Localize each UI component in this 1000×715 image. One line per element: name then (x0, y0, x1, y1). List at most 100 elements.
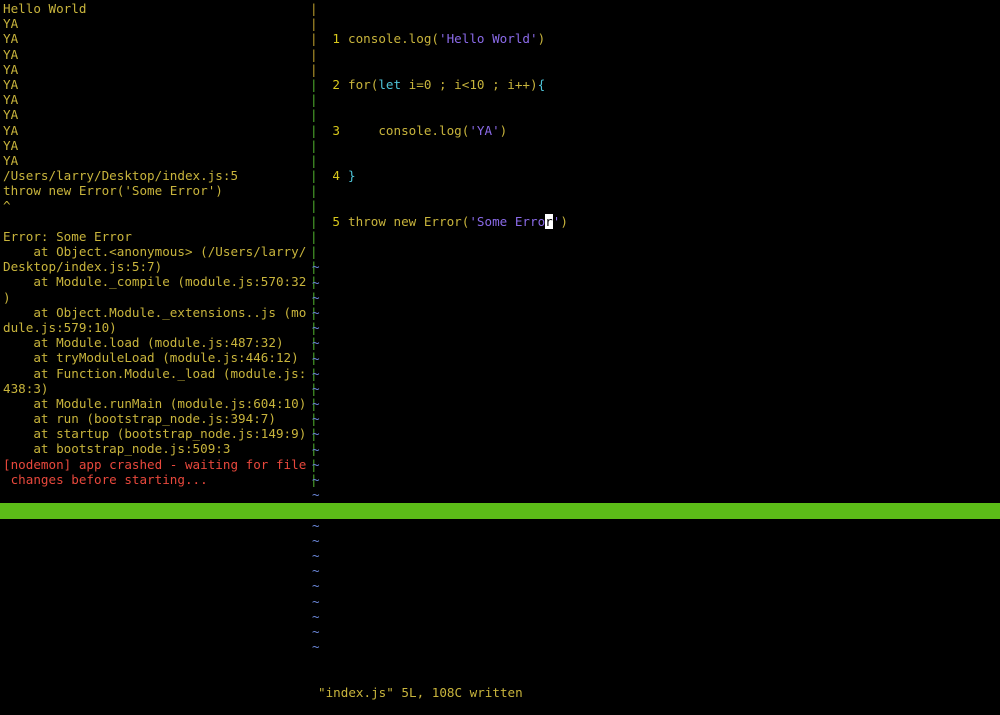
nodemon-output-pane[interactable]: Hello World YA YA YA YA YA YA YA YA YA YA/Users/la… (3, 1, 311, 487)
empty-line-tilde: ~ (312, 259, 320, 275)
nodemon-error-line: [nodemon] app crashed - waiting for file (3, 456, 307, 472)
output-line: throw new Error('Some Error') (3, 183, 223, 199)
empty-line-tilde: ~ (312, 320, 320, 336)
output-line: at Object.Module._extensions..js (mo (3, 304, 307, 320)
vim-message-line: "index.js" 5L, 108C written (318, 684, 523, 700)
empty-line-tilde: ~ (312, 335, 320, 351)
empty-line-tilde: ~ (312, 396, 320, 412)
output-line: YA (3, 76, 19, 92)
divider-segment: | (310, 76, 318, 92)
code-text: i=0 ; i<10 ; i++) (401, 77, 538, 92)
output-line: YA (3, 122, 19, 138)
tmux-host-time: "LarrydeMacBook-Air.lo" 16:20 14-Feb-17 (700, 535, 996, 550)
divider-segment: | (310, 137, 318, 153)
divider-segment: | (310, 152, 318, 168)
output-line: YA (3, 137, 19, 153)
divider-segment: | (310, 198, 318, 214)
divider-segment: | (310, 31, 318, 47)
code-line: 1 console.log('Hello World') (318, 31, 998, 46)
empty-line-tilde: ~ (312, 350, 320, 366)
output-line: Hello World (3, 1, 87, 16)
code-line: 5 throw new Error('Some Error') (318, 213, 998, 229)
output-line: at Module.load (module.js:487:32) (3, 335, 284, 351)
code-text: ) (499, 122, 508, 138)
divider-segment: | (310, 46, 318, 62)
output-line: ) (3, 289, 11, 305)
code-text: ) (537, 31, 546, 47)
line-number: 4 (332, 168, 340, 184)
divider-segment: | (310, 1, 318, 16)
code-string: 'YA' (469, 122, 500, 138)
tmux-status-bar: [5] 0:nodemon* "LarrydeMacBook-Air.lo" 1… (0, 503, 1000, 550)
code-text: console.log( (348, 122, 470, 138)
line-number: 3 (332, 122, 340, 138)
empty-line-tilde: ~ (312, 441, 320, 457)
empty-line-tilde: ~ (312, 426, 320, 442)
tmux-window-tab[interactable]: [5] 0:nodemon* (3, 519, 109, 535)
output-line: ^ (3, 198, 11, 214)
empty-line-tilde: ~ (312, 639, 320, 655)
output-line: Error: Some Error (3, 228, 132, 244)
code-string: 'Hello World' (439, 31, 538, 47)
output-line: dule.js:579:10) (3, 319, 117, 335)
divider-segment: | (310, 168, 318, 184)
code-line: 3 console.log('YA') (318, 123, 998, 138)
line-number: 2 (332, 77, 340, 92)
divider-segment: | (310, 61, 318, 77)
empty-line-tilde: ~ (312, 517, 320, 533)
empty-line-tilde: ~ (312, 456, 320, 472)
output-line: YA (3, 152, 19, 168)
empty-line-tilde: ~ (312, 304, 320, 320)
output-line: YA (3, 92, 19, 108)
code-text: for( (348, 77, 379, 92)
empty-line-tilde: ~ (312, 411, 320, 427)
output-line: at Module.runMain (module.js:604:10) (3, 395, 307, 411)
code-string: 'Some Erro (469, 213, 546, 229)
code-brace: } (348, 168, 356, 184)
line-number: 5 (332, 213, 340, 229)
empty-line-tilde: ~ (312, 380, 320, 396)
empty-line-tilde: ~ (312, 563, 320, 579)
code-line: 4} (318, 168, 998, 183)
line-number: 1 (332, 31, 340, 47)
code-text: console.log( (348, 31, 439, 47)
text-cursor: r (545, 213, 553, 229)
output-line: at Object.<anonymous> (/Users/larry/ (3, 244, 307, 259)
output-line: /Users/larry/Desktop/index.js:5 (3, 168, 239, 184)
output-line: YA (3, 16, 19, 32)
code-text: throw new Error( (348, 213, 470, 229)
divider-segment: | (310, 107, 318, 123)
output-line: at bootstrap_node.js:509:3 (3, 441, 231, 457)
output-line: YA (3, 107, 19, 123)
code-brace: { (537, 77, 546, 92)
code-line: 2 for(let i=0 ; i<10 ; i++){ (318, 77, 998, 92)
vim-editor-pane[interactable]: 1 console.log('Hello World') 2 for(let i=0… (312, 1, 998, 715)
empty-line-tilde: ~ (312, 472, 320, 487)
output-line: YA (3, 31, 19, 47)
empty-line-tilde: ~ (312, 608, 320, 624)
output-line: 438:3) (3, 380, 49, 396)
output-line: YA (3, 61, 19, 77)
empty-line-tilde: ~ (312, 623, 320, 639)
divider-segment: | (310, 228, 318, 244)
empty-line-tilde: ~ (312, 274, 320, 290)
divider-segment: | (310, 183, 318, 199)
output-line: Desktop/index.js:5:7) (3, 259, 163, 275)
code-keyword: let (378, 77, 402, 92)
output-line: at startup (bootstrap_node.js:149:9) (3, 426, 307, 442)
empty-line-tilde: ~ (312, 289, 320, 305)
divider-segment: | (310, 16, 318, 32)
divider-segment: | (310, 92, 318, 108)
empty-line-tilde: ~ (312, 593, 320, 609)
output-line: at Module._compile (module.js:570:32 (3, 274, 307, 290)
code-text: ) (560, 213, 568, 229)
empty-line-tilde: ~ (312, 578, 320, 594)
output-line: YA (3, 46, 19, 62)
divider-segment: | (310, 122, 318, 138)
empty-line-tilde: ~ (312, 487, 320, 503)
divider-segment: | (310, 213, 318, 229)
output-line: at Function.Module._load (module.js: (3, 365, 307, 381)
output-line: at run (bootstrap_node.js:394:7) (3, 411, 276, 427)
output-line: at tryModuleLoad (module.js:446:12) (3, 350, 299, 366)
